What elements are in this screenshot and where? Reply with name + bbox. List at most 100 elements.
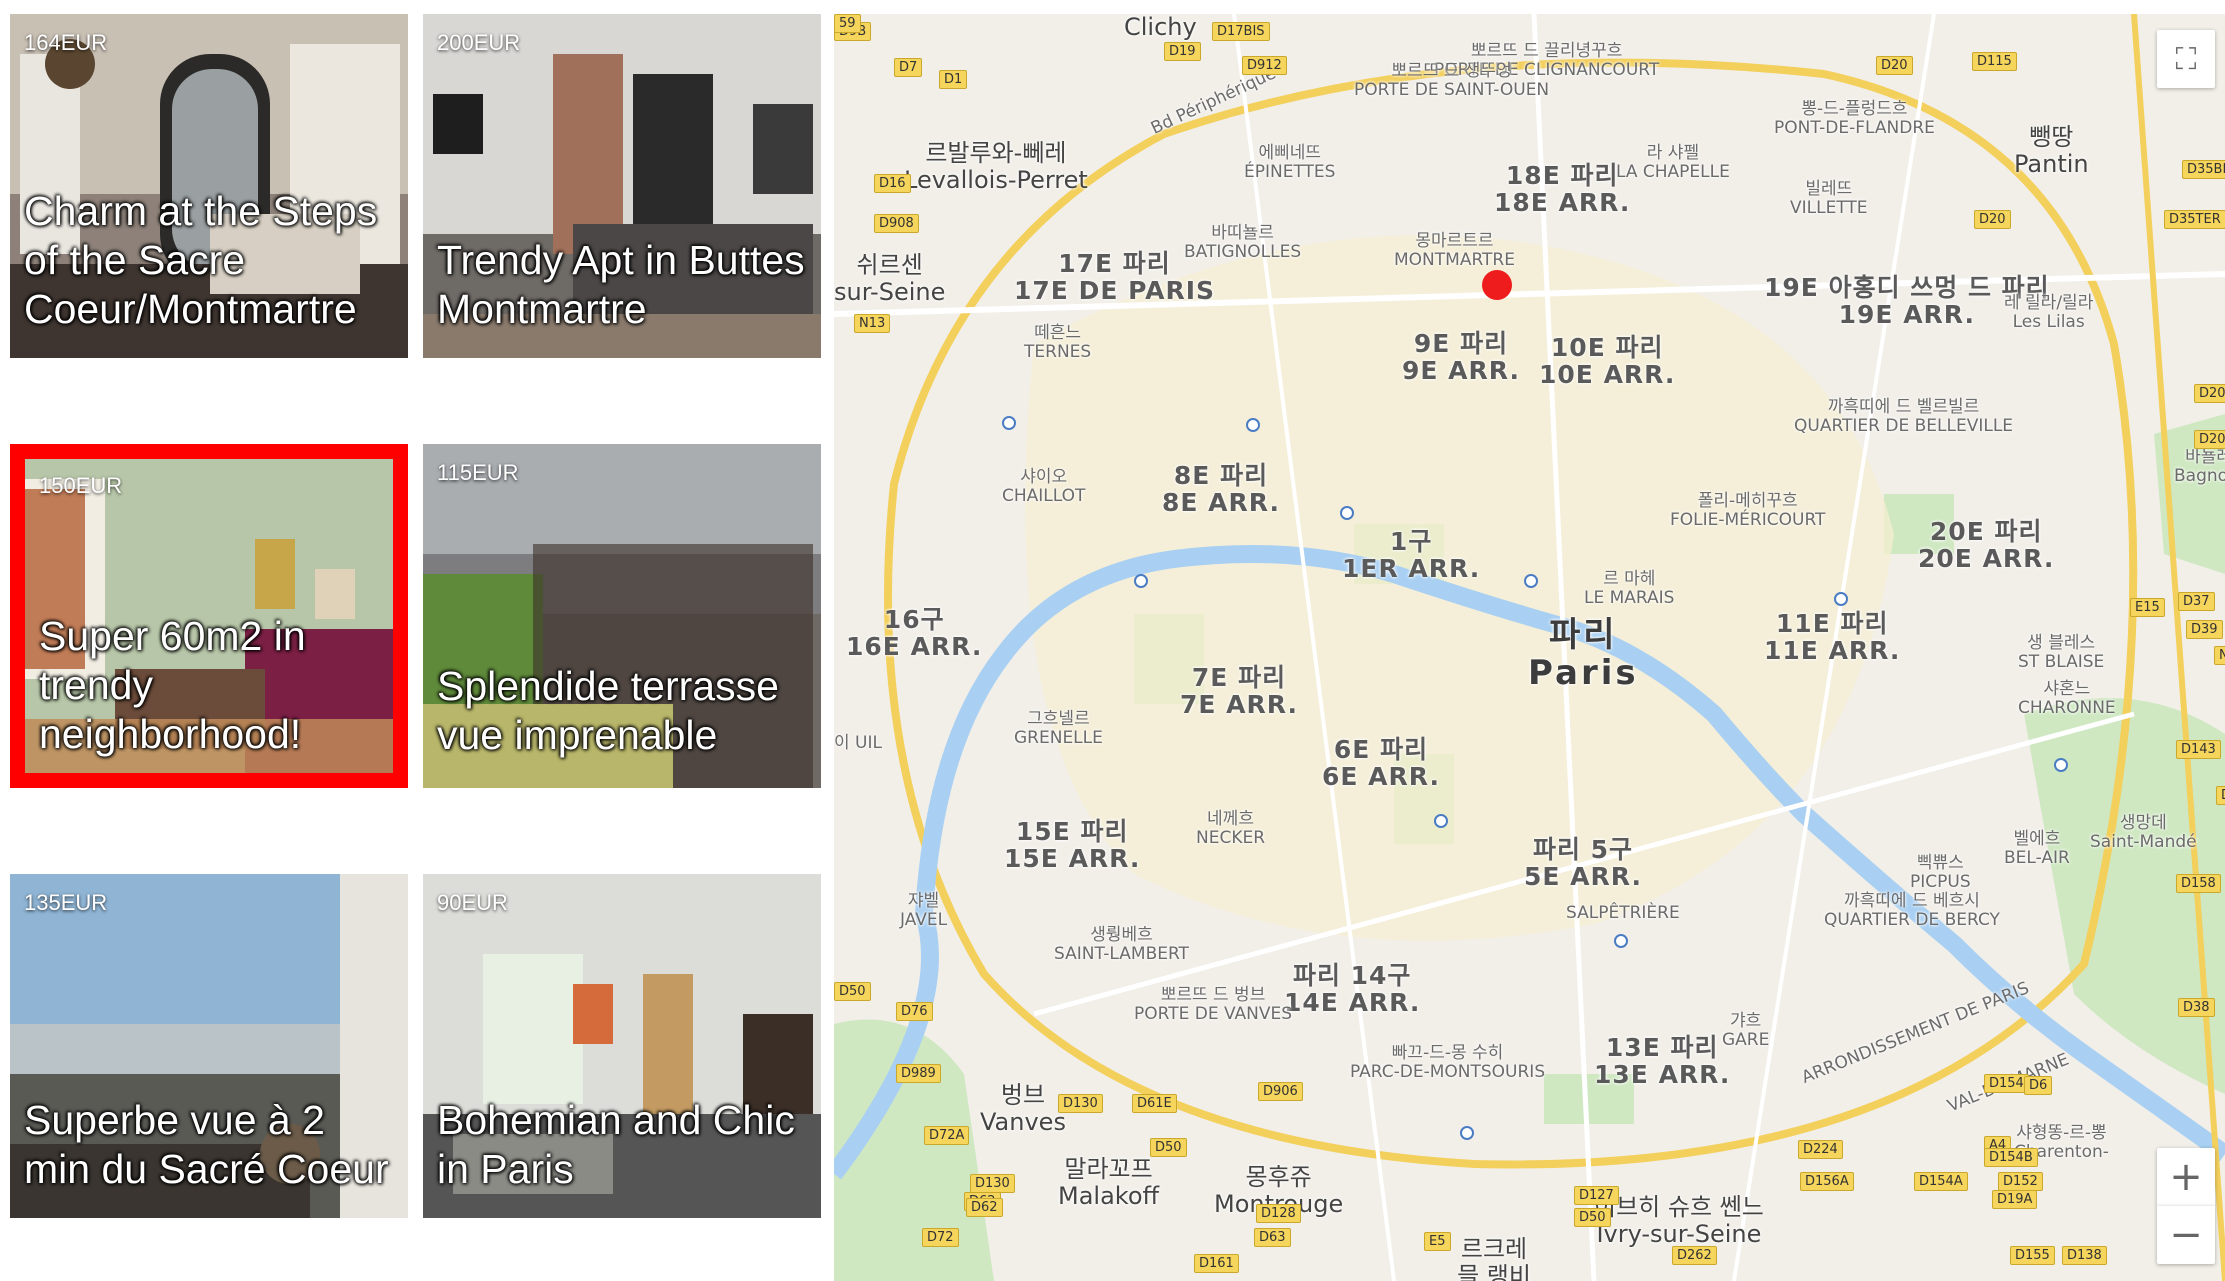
- road-shield: D989: [896, 1064, 941, 1083]
- road-shield: D128: [1256, 1204, 1301, 1223]
- map-label: Clichy: [1124, 14, 1197, 41]
- map-label: 까흑띠에 드 벨르빌르 QUARTIER DE BELLEVILLE: [1794, 397, 2014, 436]
- road-shield: D224: [1798, 1140, 1843, 1159]
- metro-station-icon[interactable]: [1614, 934, 1628, 948]
- map-label: SALPÊTRIÈRE: [1566, 903, 1680, 923]
- map-label: 삑쀼스 PICPUS: [1910, 853, 1971, 892]
- road-shield: 59: [834, 14, 861, 33]
- metro-station-icon[interactable]: [1134, 574, 1148, 588]
- map-label: 생망데 Saint-Mandé: [2090, 813, 2197, 852]
- zoom-in-button[interactable]: +: [2157, 1148, 2215, 1206]
- road-shield: D154B: [1984, 1148, 2038, 1167]
- listing-card[interactable]: 200EUR Trendy Apt in Buttes Montmartre: [423, 14, 821, 358]
- road-shield: D143: [2176, 740, 2221, 759]
- listing-title: Charm at the Steps of the Sacre Coeur/Mo…: [24, 188, 378, 332]
- map-label: 샤이오 CHAILLOT: [1002, 467, 1086, 506]
- map-label: 샤혼느 CHARONNE: [2018, 679, 2116, 718]
- road-shield: E5: [1424, 1232, 1451, 1251]
- road-shield: D156A: [1800, 1172, 1854, 1191]
- road-shield: D155: [2010, 1246, 2055, 1265]
- listing-title: Bohemian and Chic in Paris: [437, 1097, 795, 1192]
- metro-station-icon[interactable]: [1834, 592, 1848, 606]
- map-label: 르발루와-뻬레 Levallois-Perret: [904, 139, 1088, 194]
- road-shield: D20B: [2194, 430, 2225, 449]
- map-label: 뽕-드-플렁드흐 PONT-DE-FLANDRE: [1774, 99, 1935, 138]
- fullscreen-icon: ⛶: [2175, 41, 2197, 77]
- road-shield: D912: [1242, 56, 1287, 75]
- listing-card[interactable]: 164EUR Charm at the Steps of the Sacre C…: [10, 14, 408, 358]
- listing-marker[interactable]: [1482, 270, 1512, 300]
- listing-title: Splendide terrasse vue imprenable: [437, 663, 779, 758]
- map-label: 그흐넬르 GRENELLE: [1014, 709, 1103, 748]
- map-label: 생 블레스 ST BLAISE: [2018, 633, 2105, 672]
- listing-card[interactable]: 115EUR Splendide terrasse vue imprenable: [423, 444, 821, 788]
- road-shield: D16: [874, 174, 911, 193]
- metro-station-icon[interactable]: [1460, 1126, 1474, 1140]
- road-shield: D39: [2186, 620, 2223, 639]
- road-shield: N13: [854, 314, 891, 333]
- road-shield: D72A: [924, 1126, 970, 1145]
- road-shield: D158: [2176, 874, 2221, 893]
- listing-title: Super 60m2 in trendy neighborhood!: [39, 613, 306, 757]
- map[interactable]: Clichy 뽀르뜨 드 끌리녕꾸흐 PORTE DE CLIGNANCOURT …: [834, 14, 2225, 1281]
- minus-icon: −: [2169, 1212, 2203, 1258]
- road-shield: D12: [2216, 786, 2225, 805]
- listing-price: 200EUR: [437, 30, 521, 55]
- map-label: 파리 14구 14E ARR.: [1284, 961, 1421, 1017]
- map-label: 16구 16E ARR.: [846, 605, 983, 661]
- listing-title: Superbe vue à 2 min du Sacré Coeur: [24, 1097, 389, 1192]
- road-shield: D19: [1164, 42, 1201, 61]
- map-label: 11E 파리 11E ARR.: [1764, 609, 1901, 665]
- road-shield: D262: [1672, 1246, 1717, 1265]
- road-shield: D19A: [1992, 1190, 2038, 1209]
- map-label: 몽마르트르 MONTMARTRE: [1394, 231, 1515, 270]
- map-label: 벨에흐 BEL-AIR: [2004, 829, 2070, 868]
- fullscreen-button[interactable]: ⛶: [2157, 30, 2215, 88]
- map-label: 떼흔느 TERNES: [1024, 323, 1092, 362]
- listing-card[interactable]: 135EUR Superbe vue à 2 min du Sacré Coeu…: [10, 874, 408, 1218]
- map-label: 쉬르센 sur-Seine: [834, 251, 946, 306]
- road-shield: D20: [1974, 210, 2011, 229]
- map-label: 뽀르뜨 드 생뚜엉 PORTE DE SAINT-OUEN: [1354, 61, 1550, 100]
- metro-station-icon[interactable]: [1340, 506, 1354, 520]
- listing-card[interactable]: 90EUR Bohemian and Chic in Paris: [423, 874, 821, 1218]
- map-label: 파리 Paris: [1528, 615, 1639, 693]
- map-label: 18E 파리 18E ARR.: [1494, 161, 1631, 217]
- road-shield: D6: [2024, 1076, 2053, 1095]
- map-label: 15E 파리 15E ARR.: [1004, 817, 1141, 873]
- road-shield: D127: [1574, 1186, 1619, 1205]
- map-label: 에삐네뜨 ÉPINETTES: [1244, 143, 1336, 182]
- metro-station-icon[interactable]: [1524, 574, 1538, 588]
- metro-station-icon[interactable]: [2054, 758, 2068, 772]
- map-label: 20E 파리 20E ARR.: [1918, 517, 2055, 573]
- road-shield: N3: [2214, 646, 2225, 665]
- map-label: 빌레뜨 VILLETTE: [1790, 179, 1868, 218]
- road-shield: D130: [1058, 1094, 1103, 1113]
- road-shield: D130: [970, 1174, 1015, 1193]
- map-label: 폴리-메히꾸흐 FOLIE-MÉRICOURT: [1670, 491, 1826, 530]
- map-label: 바뇰레Bagnole: [2174, 447, 2225, 486]
- road-shield: D20A: [2194, 384, 2225, 403]
- road-shield: D20: [1876, 56, 1913, 75]
- road-shield: D152: [1998, 1172, 2043, 1191]
- map-label: 생뤙베흐 SAINT-LAMBERT: [1054, 925, 1189, 964]
- road-shield: D63: [1254, 1228, 1291, 1247]
- zoom-out-button[interactable]: −: [2157, 1206, 2215, 1264]
- metro-station-icon[interactable]: [1002, 416, 1016, 430]
- metro-station-icon[interactable]: [1434, 814, 1448, 828]
- map-label: 1구 1ER ARR.: [1342, 527, 1481, 583]
- road-shield: D1: [939, 70, 968, 89]
- road-shield: D72: [922, 1228, 959, 1247]
- road-shield: D50: [1150, 1138, 1187, 1157]
- map-label: 9E 파리 9E ARR.: [1402, 329, 1520, 385]
- listing-price: 135EUR: [24, 890, 108, 915]
- map-label: 파리 5구 5E ARR.: [1524, 835, 1642, 891]
- map-label: 르 마헤 LE MARAIS: [1584, 569, 1675, 608]
- road-shield: D37: [2178, 592, 2215, 611]
- map-label: 쟈벨 JAVEL: [900, 891, 948, 930]
- road-shield: D906: [1258, 1082, 1303, 1101]
- map-label: 네께흐 NECKER: [1196, 809, 1266, 848]
- listing-card[interactable]: 150EUR Super 60m2 in trendy neighborhood…: [10, 444, 408, 788]
- metro-station-icon[interactable]: [1246, 418, 1260, 432]
- road-shield: D138: [2062, 1246, 2107, 1265]
